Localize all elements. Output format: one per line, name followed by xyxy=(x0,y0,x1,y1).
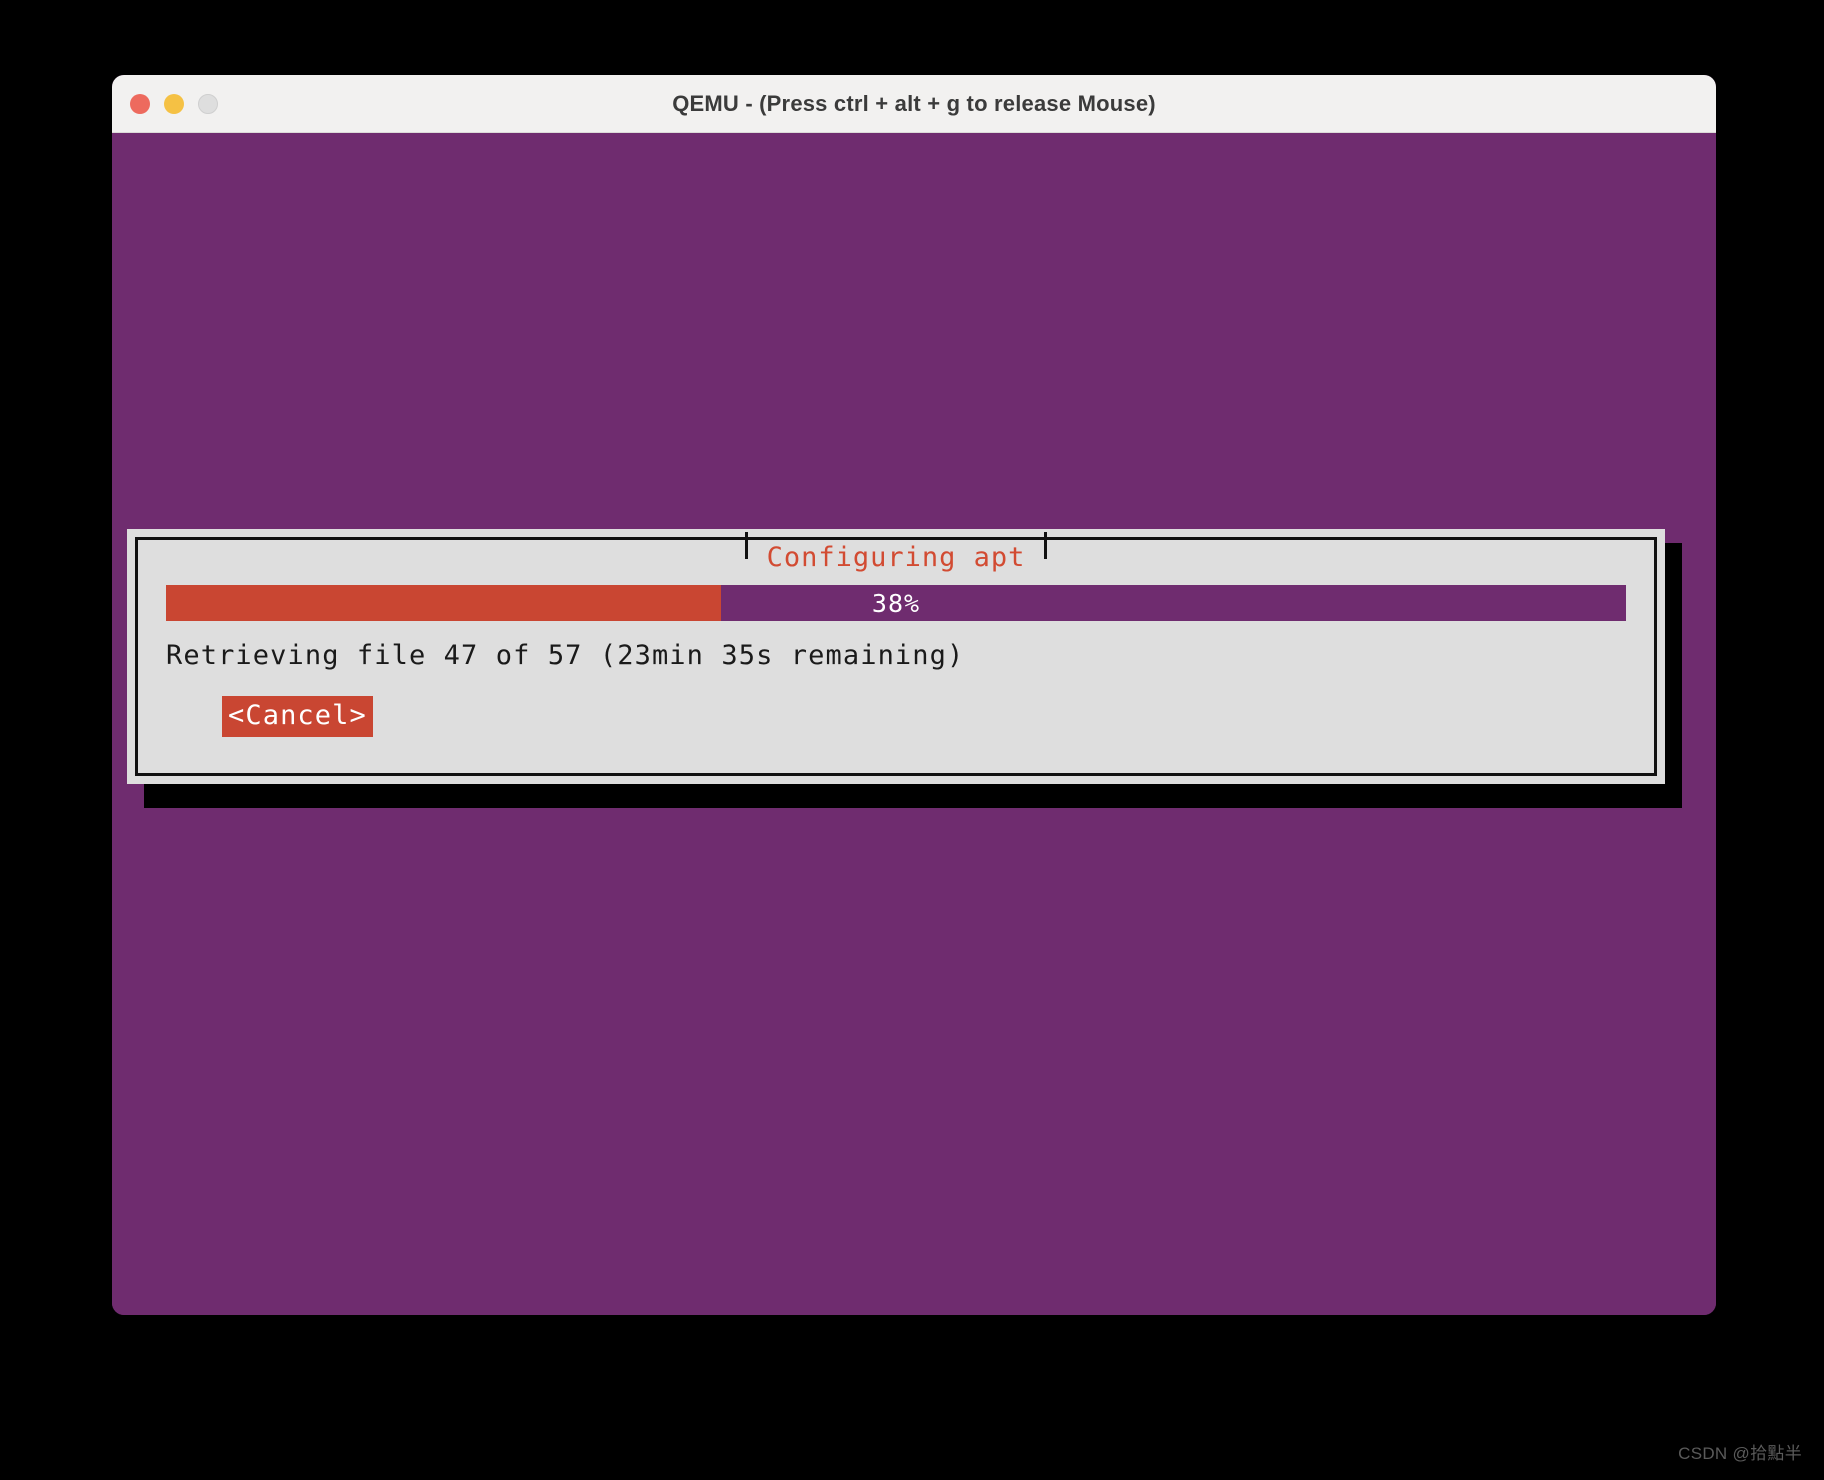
vm-screen[interactable]: Configuring apt 38% Retrieving file 47 o… xyxy=(112,133,1716,1315)
dialog-button-row: <Cancel> xyxy=(222,696,373,737)
window-titlebar[interactable]: QEMU - (Press ctrl + alt + g to release … xyxy=(112,75,1716,133)
configuring-apt-dialog: Configuring apt 38% Retrieving file 47 o… xyxy=(127,529,1665,784)
minimize-window-button[interactable] xyxy=(164,93,184,114)
window-title: QEMU - (Press ctrl + alt + g to release … xyxy=(672,90,1156,116)
status-text: Retrieving file 47 of 57 (23min 35s rema… xyxy=(166,640,965,671)
dialog-title: Configuring apt xyxy=(744,532,1048,573)
progress-track: 38% xyxy=(166,585,1626,621)
dialog-title-text: Configuring apt xyxy=(766,542,1026,573)
dialog-border: Configuring apt 38% Retrieving file 47 o… xyxy=(135,532,1657,776)
close-window-button[interactable] xyxy=(130,93,150,114)
watermark: CSDN @拾點半 xyxy=(1678,1444,1802,1463)
dialog-title-bar: Configuring apt xyxy=(138,532,1654,575)
progress-percent-label: 38% xyxy=(871,588,921,618)
window-controls xyxy=(130,75,218,132)
progress-bar: 38% xyxy=(166,585,1626,621)
qemu-window: QEMU - (Press ctrl + alt + g to release … xyxy=(112,75,1716,1315)
cancel-button[interactable]: <Cancel> xyxy=(222,696,373,737)
title-tick-left-icon xyxy=(744,532,748,559)
maximize-window-button[interactable] xyxy=(198,93,218,114)
title-tick-right-icon xyxy=(1044,532,1048,559)
